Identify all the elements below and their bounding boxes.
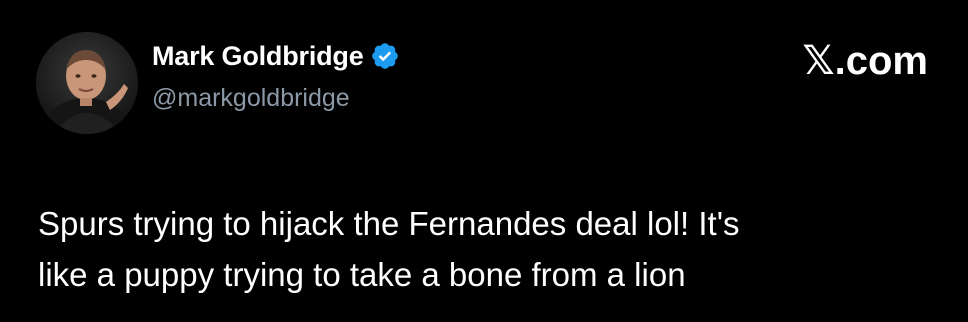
tweet-text-line: like a puppy trying to take a bone from … bbox=[38, 256, 686, 293]
avatar[interactable] bbox=[36, 32, 138, 134]
tweet-text: Spurs trying to hijack the Fernandes dea… bbox=[38, 198, 938, 300]
author-handle[interactable]: @markgoldbridge bbox=[152, 84, 350, 113]
tweet-text-line: Spurs trying to hijack the Fernandes dea… bbox=[38, 205, 740, 242]
tweet-card: Mark Goldbridge @markgoldbridge 𝕏.com Sp… bbox=[0, 0, 968, 322]
avatar-photo-icon bbox=[36, 32, 138, 134]
verified-badge-icon bbox=[370, 41, 400, 71]
x-site-label: 𝕏.com bbox=[802, 39, 928, 83]
author-display-name[interactable]: Mark Goldbridge bbox=[152, 41, 364, 72]
author-name-row: Mark Goldbridge bbox=[152, 36, 400, 76]
